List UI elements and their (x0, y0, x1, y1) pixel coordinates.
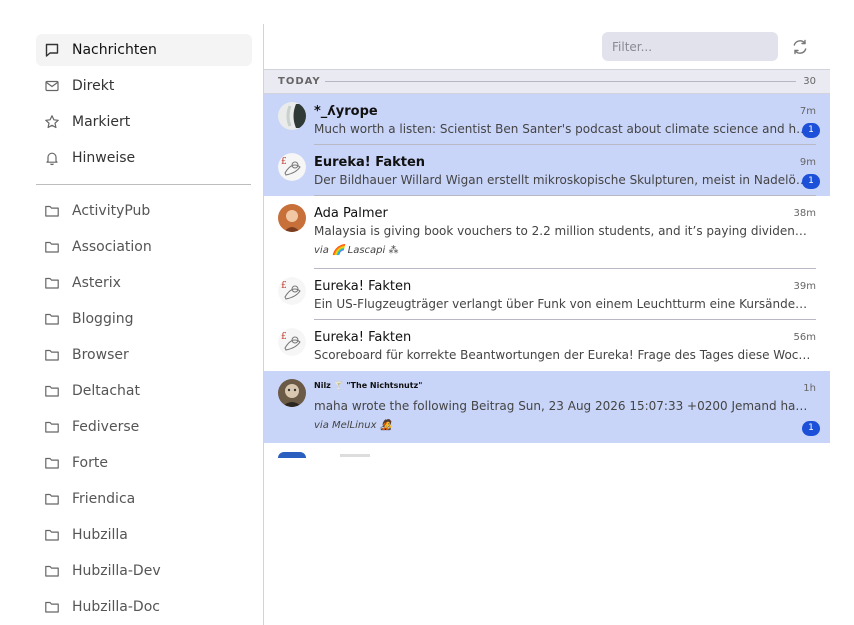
message-time: 56m (793, 332, 816, 343)
sidebar-item-fediverse[interactable]: Fediverse (36, 411, 252, 443)
list-item-partial (340, 454, 370, 457)
sender-name: Eureka! Fakten (314, 330, 412, 345)
mail-icon (45, 80, 59, 92)
sidebar-item-hubzilla[interactable]: Hubzilla (36, 519, 252, 551)
message-time: 39m (793, 281, 816, 292)
message-row[interactable]: Ada Palmer 38m Malaysia is giving book v… (264, 196, 830, 269)
sidebar-item-label: Blogging (72, 311, 134, 327)
sender-name: Eureka! Fakten (314, 155, 426, 170)
folder-icon (45, 241, 59, 253)
svg-text:£: £ (281, 157, 287, 167)
folder-icon (45, 205, 59, 217)
folder-icon (45, 349, 59, 361)
sidebar-item-browser[interactable]: Browser (36, 339, 252, 371)
message-row[interactable]: £ Eureka! Fakten 56m Scoreboard für korr… (264, 320, 830, 371)
section-count: 30 (803, 76, 816, 87)
avatar (278, 204, 306, 232)
sender-name: *_ʎyrope (314, 104, 378, 119)
unread-badge: 1 (802, 123, 820, 138)
unread-badge: 1 (802, 421, 820, 436)
message-time: 38m (793, 208, 816, 219)
section-label: TODAY (278, 76, 321, 87)
sidebar-item-label: Hubzilla-Doc (72, 599, 160, 615)
sidebar-item-markiert[interactable]: Markiert (36, 106, 252, 138)
sidebar-item-label: Hinweise (72, 150, 136, 166)
sidebar-item-forte[interactable]: Forte (36, 447, 252, 479)
sidebar-item-label: Markiert (72, 114, 131, 130)
message-row[interactable]: *_ʎyrope 7m Much worth a listen: Scienti… (264, 94, 830, 145)
message-preview: Scoreboard für korrekte Beantwortungen d… (314, 348, 812, 362)
folder-icon (45, 565, 59, 577)
sender-name: Eureka! Fakten (314, 279, 412, 294)
sidebar-item-label: Friendica (72, 491, 136, 507)
avatar (278, 452, 306, 458)
via-label: via 🌈 Lascapi ⁂ (314, 245, 399, 256)
sidebar-divider (36, 184, 251, 185)
folder-icon (45, 277, 59, 289)
folder-icon (45, 385, 59, 397)
message-preview: Der Bildhauer Willard Wigan erstellt mik… (314, 173, 812, 187)
folder-icon (45, 313, 59, 325)
sidebar-item-asterix[interactable]: Asterix (36, 267, 252, 299)
folder-icon (45, 601, 59, 613)
sidebar-item-label: ActivityPub (72, 203, 151, 219)
message-time: 1h (803, 383, 816, 394)
sidebar-item-deltachat[interactable]: Deltachat (36, 375, 252, 407)
sidebar-item-label: Hubzilla-Dev (72, 563, 161, 579)
unread-badge: 1 (802, 174, 820, 189)
section-header-today: TODAY 30 (264, 69, 830, 94)
sidebar-item-friendica[interactable]: Friendica (36, 483, 252, 515)
sidebar-item-label: Deltachat (72, 383, 140, 399)
folder-icon (45, 421, 59, 433)
avatar: £ (278, 153, 306, 181)
message-preview: Much worth a listen: Scientist Ben Sante… (314, 122, 812, 136)
message-time: 7m (799, 106, 816, 117)
sidebar-item-activitypub[interactable]: ActivityPub (36, 195, 252, 227)
section-rule (325, 81, 796, 82)
filter-input[interactable] (602, 32, 778, 61)
avatar: £ (278, 277, 306, 305)
sidebar-item-label: Association (72, 239, 152, 255)
folder-icon (45, 493, 59, 505)
svg-text:£: £ (281, 281, 287, 291)
via-label: via MelLinux 🧑‍🎤 (314, 420, 393, 431)
sidebar-item-blogging[interactable]: Blogging (36, 303, 252, 335)
message-row[interactable]: Nilz 🍸 "The Nichtsnutz" 1h maha wrote th… (264, 371, 830, 443)
message-row[interactable]: £ Eureka! Fakten 9m Der Bildhauer Willar… (264, 145, 830, 196)
avatar: £ (278, 328, 306, 356)
sidebar-item-label: Nachrichten (72, 42, 157, 58)
folder-icon (45, 529, 59, 541)
sidebar-item-label: Browser (72, 347, 129, 363)
avatar (278, 102, 306, 130)
sidebar-item-hubzilla-doc[interactable]: Hubzilla-Doc (36, 591, 252, 623)
sidebar-item-direkt[interactable]: Direkt (36, 70, 252, 102)
refresh-icon[interactable] (790, 37, 810, 57)
bell-icon (46, 152, 58, 166)
message-preview: Ein US-Flugzeugträger verlangt über Funk… (314, 297, 812, 311)
sender-name: Nilz 🍸 "The Nichtsnutz" (314, 381, 423, 390)
message-row[interactable]: £ Eureka! Fakten 39m Ein US-Flugzeugträg… (264, 269, 830, 320)
message-preview: maha wrote the following Beitrag Sun, 23… (314, 399, 812, 413)
sidebar-item-association[interactable]: Association (36, 231, 252, 263)
sidebar-item-label: Direkt (72, 78, 115, 94)
sidebar-item-hubzilla-dev[interactable]: Hubzilla-Dev (36, 555, 252, 587)
sidebar-item-hinweise[interactable]: Hinweise (36, 142, 252, 174)
message-preview: Malaysia is giving book vouchers to 2.2 … (314, 224, 812, 238)
sidebar-item-nachrichten[interactable]: Nachrichten (36, 34, 252, 66)
folder-icon (45, 457, 59, 469)
star-icon (45, 115, 59, 129)
sidebar-item-label: Asterix (72, 275, 121, 291)
sidebar-item-label: Forte (72, 455, 108, 471)
sidebar: Nachrichten Direkt Markiert Hinweise Act… (0, 0, 263, 625)
sidebar-item-label: Hubzilla (72, 527, 128, 543)
avatar (278, 379, 306, 407)
message-time: 9m (799, 157, 816, 168)
sender-name: Ada Palmer (314, 206, 388, 221)
svg-text:£: £ (281, 332, 287, 342)
sidebar-item-label: Fediverse (72, 419, 140, 435)
message-icon (45, 43, 59, 57)
